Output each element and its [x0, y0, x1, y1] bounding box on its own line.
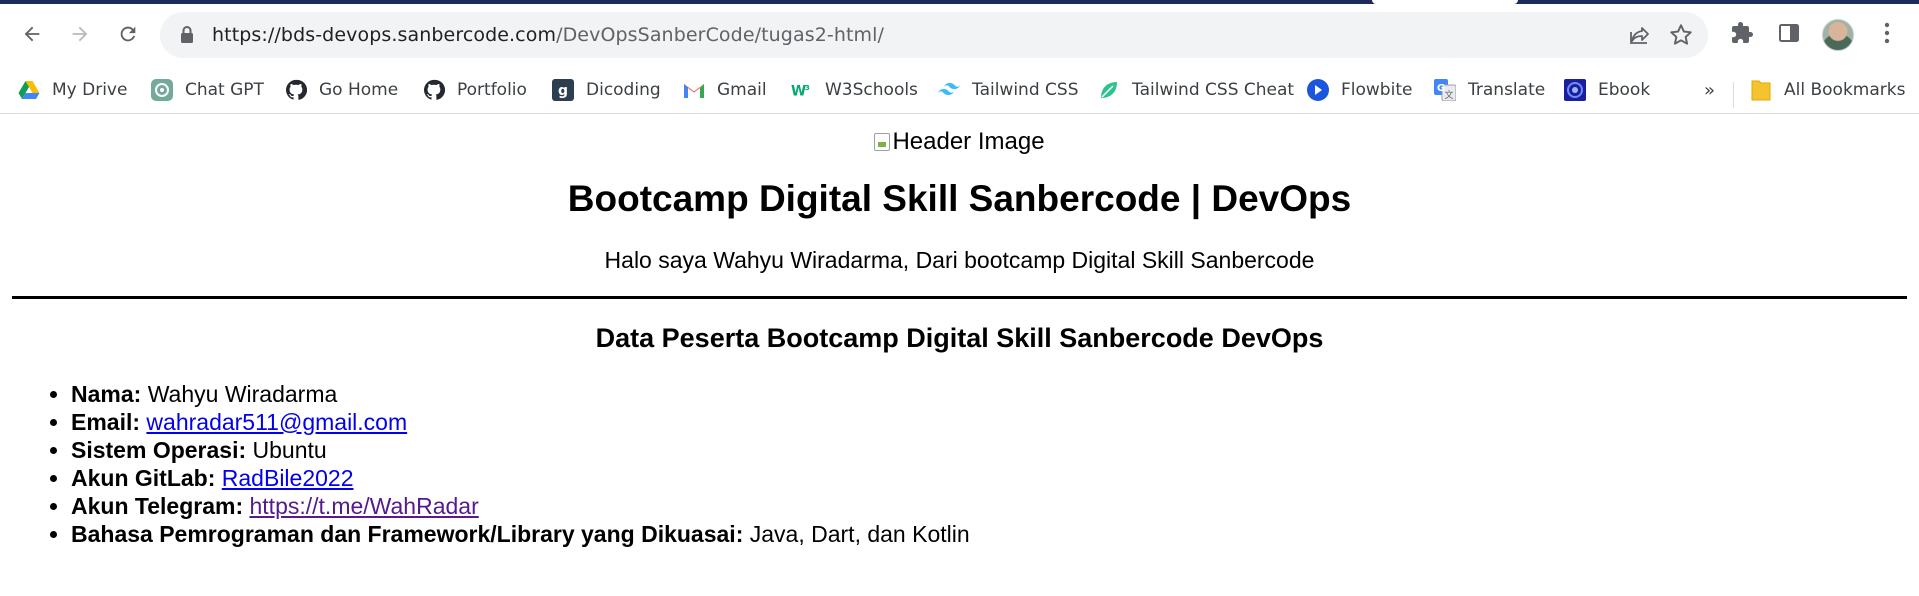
- bookmark-label: Dicoding: [586, 80, 661, 100]
- bookmark-label: All Bookmarks: [1784, 80, 1906, 100]
- more-bookmarks-button[interactable]: »: [1704, 80, 1715, 101]
- page-title: Bootcamp Digital Skill Sanbercode | DevO…: [567, 178, 1352, 219]
- svg-text:3: 3: [805, 83, 810, 92]
- bookmark-label: W3Schools: [825, 80, 918, 100]
- list-item-gitlab: Akun GitLab: RadBile2022: [71, 464, 970, 492]
- page-subtitle: Halo saya Wahyu Wiradarma, Dari bootcamp…: [604, 247, 1315, 273]
- browser-chrome: https://bds-devops.sanbercode.com/DevOps…: [0, 0, 1919, 114]
- leaf-icon: [1098, 79, 1120, 101]
- divider: [12, 296, 1907, 299]
- gmail-icon: [683, 79, 705, 101]
- email-link[interactable]: wahradar511@gmail.com: [146, 409, 407, 435]
- url-path: /DevOpsSanberCode/tugas2-html/: [556, 24, 885, 46]
- bookmark-label: Tailwind CSS Cheat: [1132, 80, 1295, 100]
- bookmark-label: Gmail: [717, 80, 767, 100]
- bookmark-label: Chat GPT: [185, 80, 264, 100]
- browser-toolbar: https://bds-devops.sanbercode.com/DevOps…: [0, 4, 1919, 66]
- share-icon[interactable]: [1628, 23, 1652, 47]
- all-bookmarks-button[interactable]: All Bookmarks: [1750, 76, 1905, 104]
- header-image: Header Image: [0, 128, 1919, 156]
- lock-icon[interactable]: [178, 25, 196, 45]
- github-icon: [285, 79, 307, 101]
- item-value: Wahyu Wiradarma: [147, 381, 338, 407]
- reload-button[interactable]: [110, 16, 146, 52]
- item-label: Sistem Operasi:: [71, 437, 247, 463]
- flowbite-icon: [1307, 79, 1329, 101]
- list-item-os: Sistem Operasi: Ubuntu: [71, 436, 970, 464]
- bookmark-my-drive[interactable]: My Drive: [18, 76, 127, 104]
- item-value: Ubuntu: [252, 437, 327, 463]
- bookmark-label: Translate: [1468, 80, 1546, 100]
- item-label: Akun Telegram:: [71, 493, 244, 519]
- list-item-bahasa: Bahasa Pemrograman dan Framework/Library…: [71, 520, 970, 548]
- bookmark-label: My Drive: [52, 80, 128, 100]
- forward-button[interactable]: [62, 16, 98, 52]
- puzzle-icon: [1732, 22, 1753, 43]
- header-image-alt: Header Image: [892, 128, 1045, 155]
- svg-text:g: g: [558, 83, 568, 99]
- side-panel-button[interactable]: [1774, 18, 1804, 48]
- svg-text:文: 文: [1444, 89, 1453, 101]
- list-item-email: Email: wahradar511@gmail.com: [71, 408, 970, 436]
- bookmark-label: Tailwind CSS: [972, 80, 1079, 100]
- bookmark-dicoding[interactable]: g Dicoding: [552, 76, 661, 104]
- bookmark-flowbite[interactable]: Flowbite: [1307, 76, 1412, 104]
- bookmark-tailwind-css[interactable]: Tailwind CSS: [938, 76, 1078, 104]
- arrow-right-icon: [72, 26, 88, 42]
- dicoding-icon: g: [552, 79, 574, 101]
- telegram-link[interactable]: https://t.me/WahRadar: [250, 493, 479, 519]
- chatgpt-icon: [151, 79, 173, 101]
- extensions-button[interactable]: [1727, 18, 1757, 48]
- google-translate-icon: G文: [1434, 79, 1456, 101]
- tailwind-icon: [938, 79, 960, 101]
- list-item-telegram: Akun Telegram: https://t.me/WahRadar: [71, 492, 970, 520]
- bookmark-portfolio[interactable]: Portfolio: [423, 76, 527, 104]
- item-value: Java, Dart, dan Kotlin: [749, 521, 970, 547]
- w3schools-icon: W3: [791, 79, 813, 101]
- google-drive-icon: [18, 79, 40, 101]
- kebab-menu-icon: [1884, 22, 1890, 44]
- back-button[interactable]: [14, 16, 50, 52]
- bookmark-chat-gpt[interactable]: Chat GPT: [151, 76, 264, 104]
- ebook-icon: [1564, 79, 1586, 101]
- bookmark-tailwind-css-cheat[interactable]: Tailwind CSS Cheat: [1098, 76, 1294, 104]
- item-label: Nama:: [71, 381, 142, 407]
- item-label: Bahasa Pemrograman dan Framework/Library…: [71, 521, 744, 547]
- item-label: Akun GitLab:: [71, 465, 216, 491]
- reload-icon: [120, 26, 136, 42]
- page-content: Header Image Bootcamp Digital Skill Sanb…: [0, 114, 1919, 596]
- bookmark-label: Ebook: [1598, 80, 1651, 100]
- bookmark-label: Go Home: [319, 80, 399, 100]
- section-title: Data Peserta Bootcamp Digital Skill Sanb…: [595, 323, 1324, 353]
- arrow-left-icon: [24, 26, 40, 42]
- github-icon: [423, 79, 445, 101]
- item-label: Email:: [71, 409, 141, 435]
- bookmarks-bar: My Drive Chat GPT Go Home Portfolio g Di…: [0, 66, 1919, 114]
- url-text[interactable]: https://bds-devops.sanbercode.com/DevOps…: [212, 24, 884, 46]
- bookmark-ebook[interactable]: Ebook: [1564, 76, 1650, 104]
- url-host: https://bds-devops.sanbercode.com: [212, 24, 557, 46]
- bookmarks-divider: [1733, 82, 1734, 108]
- bookmark-w3schools[interactable]: W3 W3Schools: [791, 76, 918, 104]
- folder-icon: [1750, 79, 1772, 101]
- browser-menu-button[interactable]: [1872, 18, 1902, 48]
- bookmark-label: Flowbite: [1341, 80, 1413, 100]
- bookmark-gmail[interactable]: Gmail: [683, 76, 767, 104]
- side-panel-icon: [1779, 24, 1799, 42]
- profile-avatar[interactable]: [1822, 19, 1854, 51]
- gitlab-link[interactable]: RadBile2022: [222, 465, 354, 491]
- bookmark-translate[interactable]: G文 Translate: [1434, 76, 1545, 104]
- bookmark-label: Portfolio: [457, 80, 527, 100]
- list-item-nama: Nama: Wahyu Wiradarma: [71, 380, 970, 408]
- bookmark-go-home[interactable]: Go Home: [285, 76, 398, 104]
- address-bar[interactable]: https://bds-devops.sanbercode.com/DevOps…: [160, 12, 1708, 58]
- participant-data-list: Nama: Wahyu Wiradarma Email: wahradar511…: [71, 380, 970, 548]
- broken-image-icon: [874, 133, 891, 151]
- star-icon[interactable]: [1668, 22, 1694, 48]
